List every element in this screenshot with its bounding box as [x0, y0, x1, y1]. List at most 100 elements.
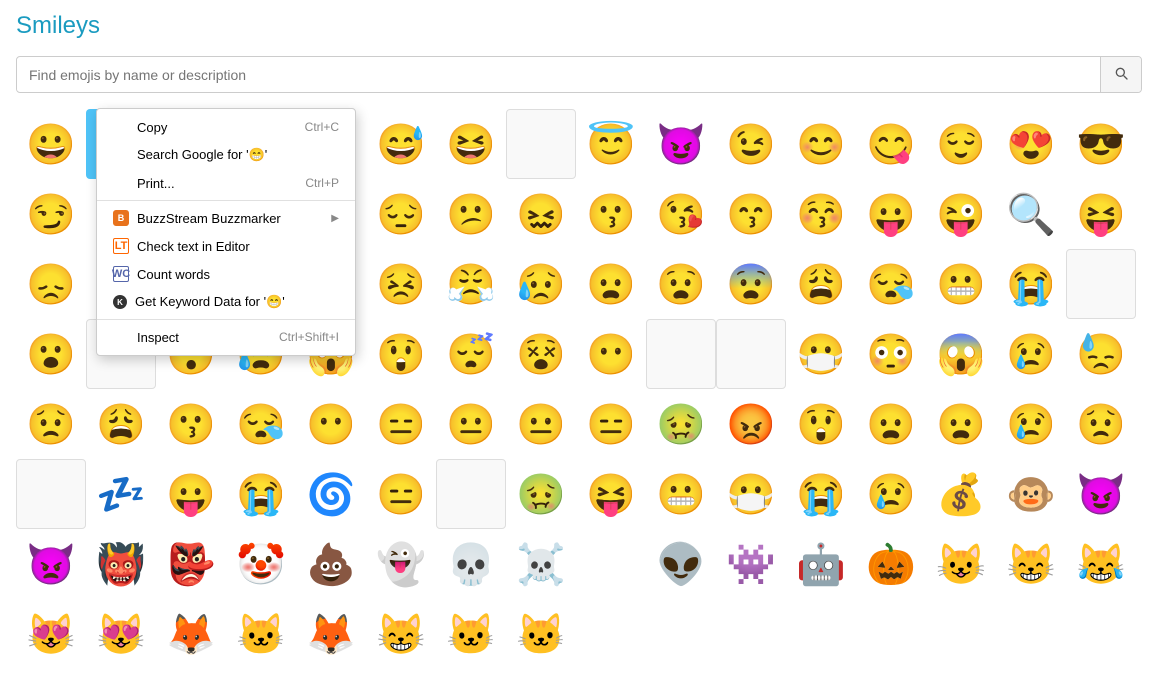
emoji-cell[interactable]: 😲 — [366, 319, 436, 389]
emoji-cell[interactable]: 🐱 — [226, 599, 296, 669]
emoji-cell[interactable]: 😇 — [576, 109, 646, 179]
emoji-cell[interactable]: 🦊 — [156, 599, 226, 669]
emoji-cell[interactable] — [16, 459, 86, 529]
emoji-cell[interactable]: 🐱 — [506, 599, 576, 669]
emoji-cell[interactable]: 🤖 — [786, 529, 856, 599]
emoji-cell[interactable]: 😬 — [646, 459, 716, 529]
emoji-cell[interactable]: 😤 — [436, 249, 506, 319]
emoji-cell[interactable]: 😩 — [86, 389, 156, 459]
emoji-cell[interactable]: 😭 — [786, 459, 856, 529]
emoji-cell[interactable]: 😳 — [856, 319, 926, 389]
emoji-cell[interactable]: 😲 — [786, 389, 856, 459]
emoji-cell[interactable]: 😊 — [786, 109, 856, 179]
emoji-cell[interactable]: 😀 — [16, 109, 86, 179]
emoji-cell[interactable]: 😆 — [436, 109, 506, 179]
emoji-cell[interactable]: 😘 — [646, 179, 716, 249]
emoji-cell[interactable]: 😡 — [716, 389, 786, 459]
search-input[interactable] — [17, 59, 1100, 91]
emoji-cell[interactable]: 😷 — [786, 319, 856, 389]
emoji-cell[interactable]: 😹 — [1066, 529, 1136, 599]
emoji-cell[interactable]: 😸 — [996, 529, 1066, 599]
emoji-cell[interactable]: 😵 — [506, 319, 576, 389]
emoji-cell[interactable]: 😟 — [1066, 389, 1136, 459]
emoji-cell[interactable]: 😐 — [506, 389, 576, 459]
emoji-cell[interactable]: 😭 — [226, 459, 296, 529]
emoji-cell[interactable] — [506, 109, 576, 179]
emoji-cell[interactable]: 😅 — [366, 109, 436, 179]
emoji-cell[interactable]: 😋 — [856, 109, 926, 179]
emoji-cell[interactable]: 🐱 — [436, 599, 506, 669]
emoji-cell[interactable]: 😭 — [996, 249, 1066, 319]
emoji-cell[interactable]: 😦 — [856, 389, 926, 459]
emoji-cell[interactable]: 😝 — [1066, 179, 1136, 249]
emoji-cell[interactable]: 😟 — [16, 389, 86, 459]
emoji-cell[interactable]: 😣 — [366, 249, 436, 319]
emoji-cell[interactable]: 😑 — [366, 389, 436, 459]
emoji-cell[interactable]: 👺 — [156, 529, 226, 599]
search-button[interactable] — [1100, 57, 1141, 92]
emoji-cell[interactable]: 😩 — [786, 249, 856, 319]
emoji-cell[interactable]: 👹 — [86, 529, 156, 599]
menu-item-wc[interactable]: WCCount words — [97, 260, 355, 288]
emoji-cell[interactable]: 😑 — [366, 459, 436, 529]
emoji-cell[interactable]: 😖 — [506, 179, 576, 249]
emoji-cell[interactable]: 😍 — [996, 109, 1066, 179]
emoji-cell[interactable]: 💩 — [296, 529, 366, 599]
emoji-cell[interactable]: 😙 — [716, 179, 786, 249]
emoji-cell[interactable]: 😶 — [296, 389, 366, 459]
emoji-cell[interactable]: 😓 — [1066, 319, 1136, 389]
emoji-cell[interactable]: 😻 — [16, 599, 86, 669]
menu-item-lt[interactable]: LTCheck text in Editor — [97, 232, 355, 260]
emoji-cell[interactable]: 😎 — [1066, 109, 1136, 179]
emoji-cell[interactable]: 😛 — [856, 179, 926, 249]
emoji-cell[interactable]: 😥 — [506, 249, 576, 319]
emoji-cell[interactable]: 😦 — [926, 389, 996, 459]
emoji-cell[interactable]: 😗 — [156, 389, 226, 459]
emoji-cell[interactable]: 😱 — [926, 319, 996, 389]
emoji-cell[interactable]: 💰 — [926, 459, 996, 529]
emoji-cell[interactable]: 😈 — [1066, 459, 1136, 529]
emoji-cell[interactable]: 🌀 — [296, 459, 366, 529]
emoji-cell[interactable]: ☠️ — [506, 529, 576, 599]
emoji-cell[interactable]: 🐵 — [996, 459, 1066, 529]
emoji-cell[interactable]: 😗 — [576, 179, 646, 249]
emoji-cell[interactable]: 😕 — [436, 179, 506, 249]
emoji-cell[interactable]: 😨 — [716, 249, 786, 319]
menu-item-kw[interactable]: KGet Keyword Data for '😁' — [97, 288, 355, 316]
emoji-cell[interactable] — [576, 529, 646, 599]
emoji-cell[interactable]: 🤢 — [646, 389, 716, 459]
emoji-cell[interactable]: 👻 — [366, 529, 436, 599]
emoji-cell[interactable]: 😧 — [646, 249, 716, 319]
emoji-cell[interactable]: 🔍 — [996, 179, 1066, 249]
menu-item-copy[interactable]: CopyCtrl+C — [97, 113, 355, 141]
emoji-cell[interactable]: 😻 — [86, 599, 156, 669]
emoji-cell[interactable] — [716, 319, 786, 389]
emoji-cell[interactable]: 😴 — [436, 319, 506, 389]
emoji-cell[interactable]: 🎃 — [856, 529, 926, 599]
emoji-cell[interactable]: 😐 — [436, 389, 506, 459]
emoji-cell[interactable] — [1066, 249, 1136, 319]
emoji-cell[interactable]: 😺 — [926, 529, 996, 599]
emoji-cell[interactable]: 😮 — [16, 319, 86, 389]
emoji-cell[interactable]: 😷 — [716, 459, 786, 529]
emoji-cell[interactable]: 🤢 — [506, 459, 576, 529]
menu-item-inspect[interactable]: InspectCtrl+Shift+I — [97, 323, 355, 351]
menu-item-search-google[interactable]: Search Google for '😁' — [97, 141, 355, 169]
emoji-cell[interactable]: 💀 — [436, 529, 506, 599]
emoji-cell[interactable]: 😔 — [366, 179, 436, 249]
emoji-cell[interactable]: 😬 — [926, 249, 996, 319]
emoji-cell[interactable] — [436, 459, 506, 529]
emoji-cell[interactable]: 😪 — [226, 389, 296, 459]
emoji-cell[interactable]: 😢 — [856, 459, 926, 529]
emoji-cell[interactable]: 😢 — [996, 319, 1066, 389]
emoji-cell[interactable]: 😌 — [926, 109, 996, 179]
emoji-cell[interactable]: 😝 — [576, 459, 646, 529]
emoji-cell[interactable]: 💤 — [86, 459, 156, 529]
emoji-cell[interactable] — [646, 319, 716, 389]
emoji-cell[interactable]: 😶 — [576, 319, 646, 389]
emoji-cell[interactable]: 🦊 — [296, 599, 366, 669]
emoji-cell[interactable]: 😚 — [786, 179, 856, 249]
emoji-cell[interactable]: 😉 — [716, 109, 786, 179]
emoji-cell[interactable]: 😜 — [926, 179, 996, 249]
emoji-cell[interactable]: 😏 — [16, 179, 86, 249]
